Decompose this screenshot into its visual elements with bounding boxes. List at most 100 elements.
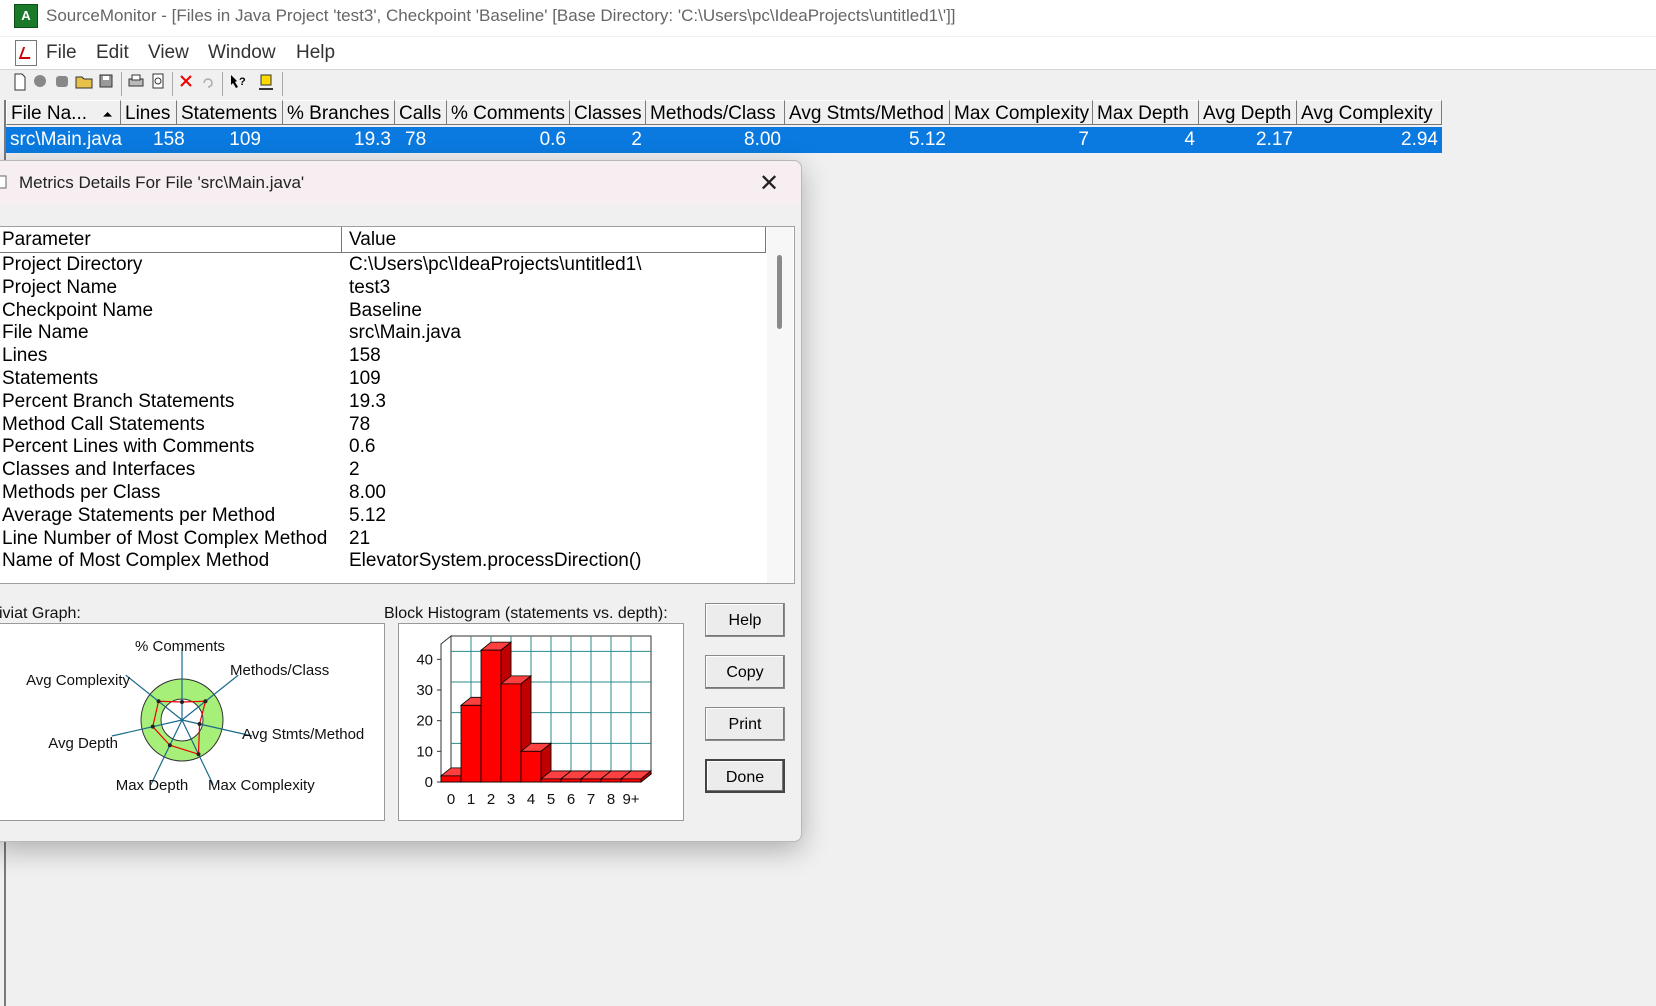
histogram-y-tick-label: 40	[416, 651, 433, 668]
cell-file-name: src\Main.java	[10, 129, 122, 150]
parameter-name: Name of Most Complex Method	[2, 550, 270, 572]
column-header-avg-depth[interactable]: Avg Depth	[1199, 100, 1297, 125]
list-item[interactable]: Statements 109	[0, 367, 766, 391]
kiviat-graph: % Comments Methods/Class Avg Stmts/Method M…	[0, 623, 385, 821]
kiviat-caption: iviat Graph:	[0, 605, 81, 622]
list-item[interactable]: Percent Lines with Comments 0.6	[0, 435, 766, 459]
parameter-value: 0.6	[349, 436, 376, 458]
histogram-x-tick-label: 5	[547, 791, 555, 808]
parameter-value: 8.00	[349, 482, 386, 503]
toolbar-separator	[172, 72, 173, 96]
dialog-icon	[0, 175, 7, 189]
print-button[interactable]: Print	[705, 707, 785, 741]
parameter-name: Average Statements per Method	[2, 504, 276, 526]
column-header-parameter[interactable]: Parameter	[2, 227, 91, 252]
column-header-calls[interactable]: Calls	[395, 100, 447, 125]
parameter-name: Percent Branch Statements	[2, 390, 235, 412]
done-button[interactable]: Done	[705, 759, 785, 793]
column-header-value[interactable]: Value	[349, 227, 396, 252]
table-row[interactable]: src\Main.java 158 109 19.3 78 0.6 2 8.00…	[6, 127, 1442, 153]
delete-icon[interactable]	[176, 73, 196, 93]
column-header-avg-stmts-method[interactable]: Avg Stmts/Method	[785, 100, 950, 125]
copy-button[interactable]: Copy	[705, 655, 785, 689]
print-icon[interactable]	[126, 73, 146, 93]
save-icon[interactable]	[96, 73, 116, 93]
toolbar: ?	[0, 70, 1656, 100]
parameter-name: Methods per Class	[2, 482, 161, 503]
menu-window[interactable]: Window	[208, 42, 276, 64]
close-icon[interactable]: ✕	[755, 169, 783, 198]
open-folder-icon[interactable]	[74, 73, 94, 93]
parameter-value: test3	[349, 276, 391, 298]
parameter-name: Project Directory	[2, 254, 143, 275]
document-icon[interactable]	[15, 40, 37, 66]
kiviat-data-point	[167, 743, 172, 748]
histogram-bar	[440, 775, 462, 783]
parameter-name: Method Call Statements	[2, 413, 205, 435]
kiviat-axis-label: Max Depth	[116, 777, 189, 794]
column-header-avg-complexity[interactable]: Avg Complexity	[1297, 100, 1442, 125]
column-header-comments[interactable]: % Comments	[447, 100, 570, 125]
histogram-x-tick-label: 1	[467, 791, 475, 808]
context-help-icon[interactable]: ?	[228, 73, 248, 93]
dialog-title-bar[interactable]: Metrics Details For File 'src\Main.java'…	[0, 161, 801, 205]
menu-file[interactable]: File	[46, 42, 77, 64]
list-item[interactable]: Project Name test3	[0, 276, 766, 300]
new-icon[interactable]	[10, 73, 30, 93]
menu-bar: File Edit View Window Help	[0, 37, 1656, 70]
kiviat-data-point	[156, 699, 161, 704]
histogram-y-tick-label: 20	[416, 713, 433, 730]
menu-edit[interactable]: Edit	[96, 42, 129, 64]
list-item[interactable]: Line Number of Most Complex Method 21	[0, 527, 766, 551]
histogram-x-tick-label: 9+	[622, 791, 639, 808]
print-preview-icon[interactable]	[148, 73, 168, 93]
undo-icon[interactable]	[198, 73, 218, 93]
list-item[interactable]: Percent Branch Statements 19.3	[0, 390, 766, 414]
help-button[interactable]: Help	[705, 603, 785, 637]
parameter-name: File Name	[2, 322, 89, 344]
histogram-bar	[580, 778, 602, 783]
histogram-bar	[500, 683, 522, 783]
open-project-icon[interactable]	[30, 73, 50, 93]
list-item[interactable]: Methods per Class 8.00	[0, 481, 766, 505]
parameter-value: 19.3	[349, 390, 386, 412]
cell-comments: 0.6	[539, 129, 566, 150]
kiviat-data-point	[180, 700, 184, 704]
list-header: Parameter Value	[0, 227, 766, 253]
list-item[interactable]: File Name src\Main.java	[0, 321, 766, 345]
column-header-max-complexity[interactable]: Max Complexity	[950, 100, 1093, 125]
cell-max-complexity: 7	[1078, 129, 1089, 150]
histogram-x-tick-label: 2	[487, 791, 495, 808]
kiviat-axis-label: % Comments	[135, 638, 225, 655]
histogram-caption: Block Histogram (statements vs. depth):	[384, 605, 668, 622]
column-header-classes[interactable]: Classes	[570, 100, 646, 125]
menu-help[interactable]: Help	[296, 42, 335, 64]
column-header-methods-class[interactable]: Methods/Class	[646, 100, 785, 125]
column-header-statements[interactable]: Statements	[177, 100, 283, 125]
kiviat-axis-label: Avg Depth	[48, 735, 118, 752]
parameter-name: Project Name	[2, 276, 118, 298]
menu-view[interactable]: View	[148, 42, 189, 64]
parameter-value: 158	[349, 345, 381, 367]
checkpoint-icon[interactable]	[52, 73, 72, 93]
parameter-name: Lines	[2, 345, 48, 367]
list-item[interactable]: Method Call Statements 78	[0, 413, 766, 437]
list-item[interactable]: Lines 158	[0, 344, 766, 368]
parameter-value: 109	[349, 368, 381, 389]
column-header-lines[interactable]: Lines	[121, 100, 177, 125]
vertical-scrollbar[interactable]	[767, 227, 793, 583]
list-item[interactable]: Name of Most Complex Method ElevatorSyste…	[0, 549, 766, 573]
list-item[interactable]: Project Directory C:\Users\pc\IdeaProject…	[0, 253, 766, 277]
kiviat-data-point	[203, 699, 208, 704]
list-item[interactable]: Average Statements per Method 5.12	[0, 504, 766, 528]
parameter-list[interactable]: Parameter Value Project Directory C:\User…	[0, 226, 795, 584]
list-item[interactable]: Checkpoint Name Baseline	[0, 299, 766, 323]
column-header-branches[interactable]: % Branches	[283, 100, 395, 125]
dialog-title: Metrics Details For File 'src\Main.java'	[19, 173, 305, 192]
scrollbar-thumb[interactable]	[777, 255, 782, 329]
column-header-file-name[interactable]: File Na... ⏶	[6, 100, 121, 125]
cell-max-depth: 4	[1184, 129, 1195, 150]
column-header-max-depth[interactable]: Max Depth	[1093, 100, 1199, 125]
metrics-icon[interactable]	[256, 73, 276, 93]
list-item[interactable]: Classes and Interfaces 2	[0, 458, 766, 482]
